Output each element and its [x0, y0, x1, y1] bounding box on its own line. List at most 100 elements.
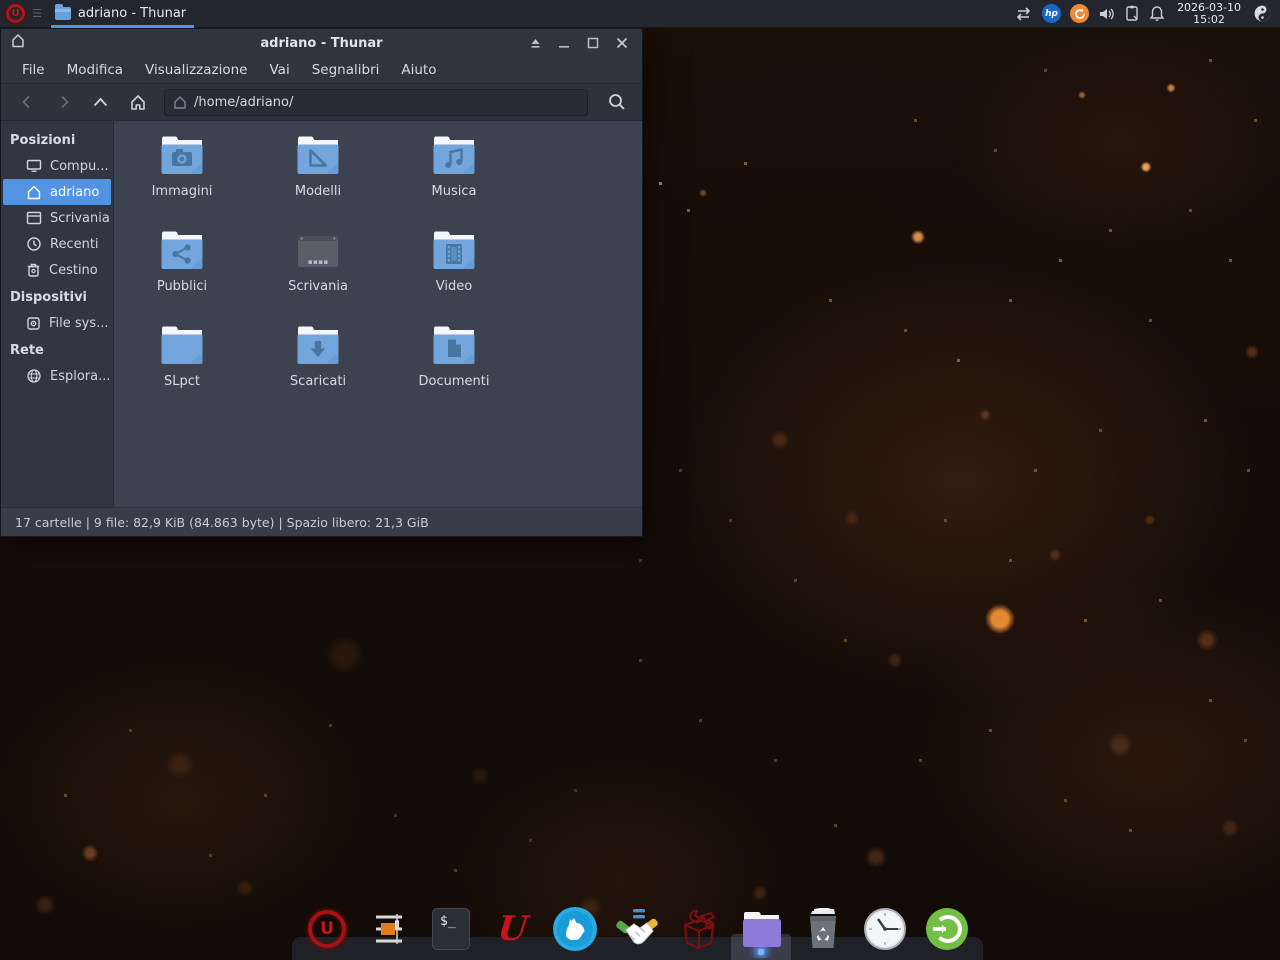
hp-icon[interactable]: hp	[1042, 4, 1061, 23]
file-label: Modelli	[295, 184, 341, 199]
top-panel: U ☰ adriano - Thunar hp	[0, 0, 1280, 28]
shade-button[interactable]	[526, 34, 544, 52]
dock-terminal-icon[interactable]: $_	[428, 906, 474, 952]
sidebar-item-recenti[interactable]: Recenti	[3, 231, 111, 257]
thunar-window: adriano - Thunar File Modifica Visualizz…	[0, 28, 643, 537]
yin-yang-icon[interactable]	[1253, 4, 1272, 23]
file-label: Documenti	[419, 374, 490, 389]
dock-logout-icon[interactable]	[924, 906, 970, 952]
maximize-button[interactable]	[584, 34, 602, 52]
home-button[interactable]	[121, 88, 154, 116]
file-view[interactable]: Immagini Modelli	[114, 121, 642, 507]
dock-trash-icon[interactable]	[800, 906, 846, 952]
menu-aiuto[interactable]: Aiuto	[390, 58, 447, 82]
back-button[interactable]	[10, 88, 43, 116]
slackel-logo-icon: U	[11, 9, 19, 19]
statusbar: 17 cartelle | 9 file: 82,9 KiB (84.863 b…	[1, 507, 642, 536]
volume-icon[interactable]	[1098, 6, 1116, 22]
file-label: Immagini	[152, 184, 213, 199]
file-item-modelli[interactable]: Modelli	[250, 126, 386, 221]
sidebar-item-label: File sys...	[49, 316, 109, 331]
dock-slackel-logo-icon[interactable]: U	[304, 906, 350, 952]
desktop: U ☰ adriano - Thunar hp	[0, 0, 1280, 960]
home-icon	[26, 185, 42, 200]
forward-button[interactable]	[47, 88, 80, 116]
sidebar-item-adriano[interactable]: adriano	[3, 179, 111, 205]
sidebar: Posizioni Compu... adriano Scrivania Rec…	[1, 121, 114, 507]
file-item-scrivania[interactable]: Scrivania	[250, 221, 386, 316]
menubar: File Modifica Visualizzazione Vai Segnal…	[1, 57, 642, 84]
folder-video-icon	[429, 230, 479, 272]
dock-handshake-icon[interactable]	[614, 906, 660, 952]
file-label: Video	[436, 279, 472, 294]
folder-plain-icon	[157, 325, 207, 367]
sidebar-item-esplora-rete[interactable]: Esplora...	[3, 363, 111, 389]
trash-icon	[26, 262, 41, 278]
drive-icon	[26, 316, 41, 331]
computer-icon	[26, 159, 42, 173]
search-icon	[607, 92, 627, 112]
taskbar-item-thunar[interactable]: adriano - Thunar	[45, 0, 200, 28]
file-item-musica[interactable]: Musica	[386, 126, 522, 221]
desktop-window-icon	[293, 230, 343, 272]
file-label: Scrivania	[288, 279, 348, 294]
sidebar-item-cestino[interactable]: Cestino	[3, 257, 111, 283]
updates-icon[interactable]	[1070, 4, 1089, 23]
search-button[interactable]	[600, 88, 633, 116]
folder-documents-icon	[429, 325, 479, 367]
folder-images-icon	[157, 135, 207, 177]
file-item-pubblici[interactable]: Pubblici	[114, 221, 250, 316]
sidebar-item-filesystem[interactable]: File sys...	[3, 310, 111, 336]
sidebar-header-rete: Rete	[1, 336, 113, 363]
panel-clock[interactable]: 2026-03-10 15:02	[1174, 2, 1244, 26]
dock-red-u-app-icon[interactable]: U	[490, 906, 536, 952]
path-value: /home/adriano/	[194, 95, 293, 110]
folder-music-icon	[429, 135, 479, 177]
minimize-button[interactable]	[555, 34, 573, 52]
sidebar-item-label: Esplora...	[50, 369, 111, 384]
window-titlebar[interactable]: adriano - Thunar	[1, 29, 642, 57]
network-arrows-icon[interactable]	[1014, 6, 1033, 22]
sidebar-item-label: Scrivania	[50, 211, 110, 226]
path-home-icon	[173, 96, 187, 109]
status-text: 17 cartelle | 9 file: 82,9 KiB (84.863 b…	[15, 515, 429, 530]
menu-file[interactable]: File	[11, 58, 56, 82]
desktop-icon	[26, 211, 42, 225]
folder-icon	[55, 7, 71, 20]
folder-templates-icon	[293, 135, 343, 177]
menu-visualizzazione[interactable]: Visualizzazione	[134, 58, 258, 82]
close-button[interactable]	[613, 34, 631, 52]
dock-icons: U $_ U	[304, 906, 970, 952]
file-item-slpct[interactable]: SLpct	[114, 316, 250, 411]
file-label: Scaricati	[290, 374, 346, 389]
file-item-video[interactable]: Video	[386, 221, 522, 316]
notifications-bell-icon[interactable]	[1149, 5, 1165, 22]
sidebar-item-scrivania[interactable]: Scrivania	[3, 205, 111, 231]
path-field[interactable]: /home/adriano/	[164, 89, 588, 116]
file-item-scaricati[interactable]: Scaricati	[250, 316, 386, 411]
recent-icon	[26, 236, 42, 252]
sidebar-item-label: adriano	[50, 185, 99, 200]
active-task-indicator	[51, 25, 194, 28]
dock-librewolf-browser-icon[interactable]	[552, 906, 598, 952]
file-item-documenti[interactable]: Documenti	[386, 316, 522, 411]
folder-public-icon	[157, 230, 207, 272]
taskbar-item-label: adriano - Thunar	[78, 6, 186, 21]
dock-panel-settings-icon[interactable]	[366, 906, 412, 952]
file-item-immagini[interactable]: Immagini	[114, 126, 250, 221]
network-globe-icon	[26, 368, 42, 384]
sidebar-item-label: Compu...	[50, 159, 109, 174]
menu-modifica[interactable]: Modifica	[56, 58, 134, 82]
sidebar-item-computer[interactable]: Compu...	[3, 153, 111, 179]
dock-clock-icon[interactable]	[862, 906, 908, 952]
file-label: SLpct	[164, 374, 200, 389]
clipboard-icon[interactable]	[1125, 5, 1140, 22]
menu-vai[interactable]: Vai	[259, 58, 301, 82]
dock-toolbox-icon[interactable]	[676, 906, 722, 952]
folder-downloads-icon	[293, 325, 343, 367]
slackel-menu-button[interactable]: U	[6, 4, 25, 23]
menu-segnalibri[interactable]: Segnalibri	[301, 58, 391, 82]
dock-thunar-file-manager-icon[interactable]	[738, 906, 784, 952]
up-button[interactable]	[84, 88, 117, 116]
panel-handle-icon[interactable]: ☰	[32, 7, 41, 20]
